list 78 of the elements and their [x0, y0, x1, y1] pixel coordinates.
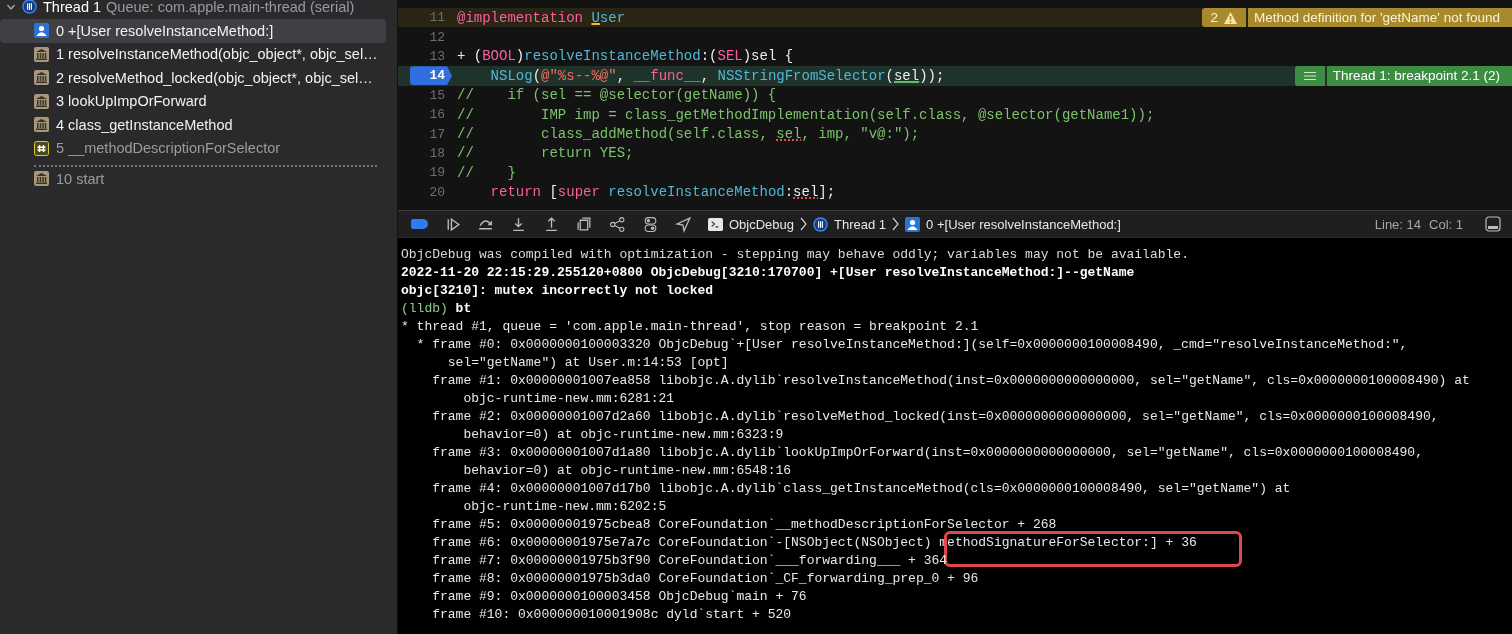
backtrace-frame: frame #5: 0x00000001975cbea8 CoreFoundation`__methodDescriptionForSelector + 268: [432, 516, 1512, 534]
stack-frame-item[interactable]: 10 start: [0, 167, 386, 191]
console-message: ObjcDebug was compiled with optimization - stepping may behave oddly; variables may not be available.: [401, 246, 1190, 264]
breadcrumb-item[interactable]: Thread 1: [834, 216, 887, 232]
code-line: NSLog(@"%s--%@", __func__, NSStringFromSelector(sel));: [489, 67, 945, 84]
building-icon: [34, 117, 49, 133]
backtrace-frame: frame #2: 0x00000001007d2a60 libobjc.A.dylib`resolveMethod_locked(inst=0x0000000000000000, sel="getName", cls=0x0000000100008490,: [432, 408, 1512, 426]
stack-frame-item[interactable]: 5 __methodDescriptionForSelector: [0, 136, 386, 160]
backtrace-frame-location: behavior=0) at objc-runtime-new.mm:6323:9: [463, 426, 785, 444]
console-command: bt: [455, 300, 472, 318]
line-number: 19: [428, 164, 446, 183]
terminal-icon: [708, 216, 723, 232]
person-icon: [905, 216, 921, 232]
backtrace-frame: frame #4: 0x00000001007d17b0 libobjc.A.dylib`class_getInstanceMethod(cls=0x0000000100008490, sel="getName") at: [432, 480, 1512, 498]
location-arrow-icon[interactable]: [675, 215, 692, 233]
breakpoints-toggle[interactable]: [411, 219, 428, 229]
code-line: // }: [457, 164, 516, 181]
thread-icon: [22, 0, 37, 14]
breakpoint-marker[interactable]: 14: [410, 66, 452, 86]
column-indicator: Col: 1: [1429, 216, 1463, 232]
stack-frame-item[interactable]: 2 resolveMethod_locked(objc_object*, objc_sel…: [0, 66, 386, 90]
thread-queue: Queue: com.apple.main-thread (serial): [106, 0, 355, 15]
stack-frame-item[interactable]: 0 +[User resolveInstanceMethod:]: [0, 19, 386, 43]
breadcrumb-item[interactable]: ObjcDebug: [729, 216, 795, 232]
building-icon: [34, 171, 49, 187]
building-icon: [34, 93, 49, 109]
code-line: // return YES;: [457, 145, 634, 162]
line-number: 18: [428, 144, 446, 163]
breadcrumb-item[interactable]: 0 +[User resolveInstanceMethod:]: [926, 216, 1121, 232]
line-indicator: Line: 14: [1374, 216, 1422, 232]
toggle-icon[interactable]: [642, 215, 659, 233]
stack-frame-item[interactable]: 4 class_getInstanceMethod: [0, 113, 386, 137]
code-line: // if (sel == @selector(getName)) {: [457, 87, 777, 104]
layers-icon[interactable]: [576, 215, 593, 233]
code-line: @implementation User: [457, 9, 626, 26]
backtrace-frame: frame #1: 0x00000001007ea858 libobjc.A.dylib`resolveInstanceMethod(inst=0x0000000000000000, sel="getName", cls=0x0000000100008490) at: [432, 372, 1512, 390]
backtrace-frame: * frame #0: 0x0000000100003320 ObjcDebug`+[User resolveInstanceMethod:](self=0x0000000100008490, _cmd="resolveInstanceMethod:",: [416, 336, 1512, 354]
step-out-icon[interactable]: [543, 215, 560, 233]
line-number: 13: [428, 47, 446, 66]
chevron-right-icon: [892, 217, 900, 231]
backtrace-frame-location: behavior=0) at objc-runtime-new.mm:6548:16: [463, 462, 793, 480]
backtrace-frame-location: objc-runtime-new.mm:6281:21: [463, 390, 676, 408]
hash-icon: [34, 140, 49, 156]
stack-frame-item[interactable]: 3 lookUpImpOrForward: [0, 89, 386, 113]
lldb-prompt: (lldb): [401, 300, 448, 318]
backtrace-frame: frame #8: 0x00000001975b3da0 CoreFoundation`_CF_forwarding_prep_0 + 96: [432, 570, 1512, 588]
warning-message: Method definition for 'getName' not found: [1247, 8, 1512, 28]
console-message: 2022-11-20 22:15:29.255120+0800 ObjcDebug[3210:170700] +[User resolveInstanceMethod:]--getName: [401, 264, 1136, 282]
building-icon: [34, 70, 49, 86]
nodes-icon[interactable]: [609, 215, 626, 233]
console-message: objc[3210]: mutex incorrectly not locked: [401, 282, 715, 300]
menu-icon[interactable]: [1302, 70, 1317, 81]
backtrace-frame: frame #9: 0x0000000100003458 ObjcDebug`main + 76: [432, 588, 1512, 606]
chevron-right-icon: [800, 217, 808, 231]
warning-icon: [1222, 10, 1238, 25]
backtrace-frame-location: sel="getName") at User.m:14:53 [opt]: [447, 354, 730, 372]
code-line: // IMP imp = class_getMethodImplementation(self.class, @selector(getName1));: [457, 106, 1155, 123]
breakpoint-message: Thread 1: breakpoint 2.1 (2): [1326, 66, 1512, 86]
thread-name: Thread 1: [43, 0, 102, 15]
code-line: return [super resolveInstanceMethod:sel];: [489, 184, 836, 201]
line-number: 15: [428, 86, 446, 105]
line-number: 16: [428, 106, 446, 125]
code-line: // class_addMethod(self.class, sel, imp, "v@:");: [457, 126, 920, 143]
code-line: + (BOOL)resolveInstanceMethod:(SEL)sel {: [457, 48, 794, 65]
stack-frame-item[interactable]: 1 resolveInstanceMethod(objc_object*, objc_sel…: [0, 42, 386, 66]
backtrace-frame: frame #10: 0x000000010001908c dyld`start + 520: [432, 606, 1512, 624]
thread-icon: [813, 216, 829, 232]
panel-toggle-icon[interactable]: [1485, 216, 1501, 232]
line-number: 17: [428, 125, 446, 144]
line-number: 20: [428, 183, 446, 202]
backtrace-frame: frame #3: 0x00000001007d1a80 libobjc.A.dylib`lookUpImpOrForward(inst=0x0000000000000000, sel="getName", cls=0x0000000100008490,: [432, 444, 1512, 462]
line-number: 12: [428, 28, 446, 47]
person-icon: [34, 23, 49, 39]
step-into-icon[interactable]: [510, 215, 527, 233]
backtrace-header: * thread #1, queue = 'com.apple.main-thread', stop reason = breakpoint 2.1: [401, 318, 980, 336]
backtrace-frame-location: objc-runtime-new.mm:6202:5: [463, 498, 668, 516]
line-number: 11: [428, 9, 446, 28]
building-icon: [34, 46, 49, 62]
